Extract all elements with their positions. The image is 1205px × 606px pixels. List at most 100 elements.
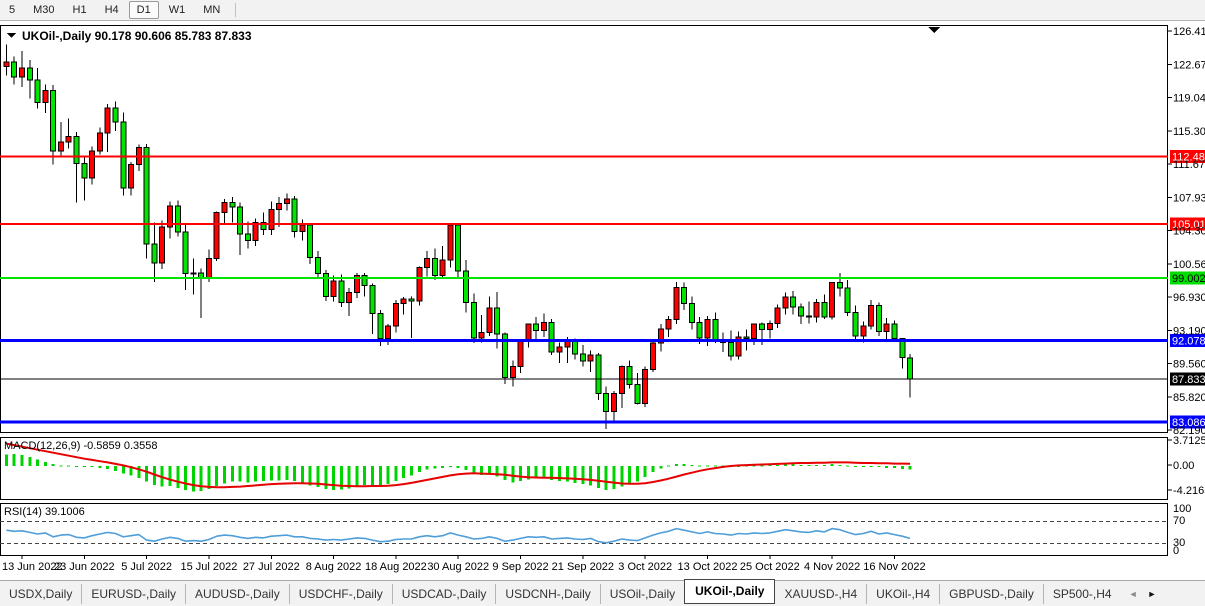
macd-bar — [13, 454, 16, 466]
macd-bar — [636, 466, 639, 482]
macd-bar — [231, 466, 234, 482]
candle-body — [269, 210, 274, 230]
candle-body — [160, 227, 165, 263]
candle-body — [74, 137, 79, 164]
timeframe-button-h4[interactable]: H4 — [97, 1, 127, 19]
macd-bar — [355, 466, 358, 487]
candle-body — [814, 303, 819, 317]
macd-bar — [815, 465, 818, 466]
candle-body — [767, 323, 772, 329]
macd-bar — [106, 466, 109, 469]
date-axis-label: 15 Jul 2022 — [180, 561, 237, 573]
candle-body — [339, 281, 344, 303]
candle-body — [19, 68, 24, 77]
candle-body — [565, 341, 570, 346]
candle-body — [277, 203, 282, 209]
macd-bar — [909, 466, 912, 470]
macd-bar — [254, 466, 257, 482]
symbol-tab[interactable]: SP500-,H4 — [1043, 584, 1121, 604]
macd-bar — [706, 465, 709, 466]
price-axis-label: 126.410 — [1173, 26, 1205, 38]
candle-body — [206, 258, 211, 277]
macd-bar — [262, 466, 265, 481]
candle-body — [861, 326, 866, 336]
macd-bar — [5, 455, 8, 466]
macd-bar — [667, 465, 670, 466]
timeframe-button-mn[interactable]: MN — [195, 1, 228, 19]
symbol-tab-active[interactable]: UKOil-,Daily — [684, 579, 775, 604]
price-axis-label: 107.930 — [1173, 193, 1205, 205]
date-axis-label: 3 Oct 2022 — [618, 561, 672, 573]
timeframe-button-h1[interactable]: H1 — [65, 1, 95, 19]
date-axis-label: 5 Jul 2022 — [121, 561, 172, 573]
symbol-tab[interactable]: USDCNH-,Daily — [495, 584, 599, 604]
macd-bar — [59, 465, 62, 466]
price-level-badge-label: 87.833 — [1172, 374, 1205, 386]
candle-body — [830, 283, 835, 317]
timeframe-button-m30[interactable]: M30 — [25, 1, 62, 19]
macd-bar — [877, 466, 880, 467]
macd-bar — [207, 466, 210, 489]
macd-bar — [613, 466, 616, 489]
date-axis-label: 13 Oct 2022 — [678, 561, 738, 573]
macd-label: MACD(12,26,9) -0.5859 0.3558 — [4, 440, 157, 452]
macd-bar — [885, 466, 888, 468]
price-axis-label: 115.300 — [1173, 126, 1205, 138]
macd-bar — [675, 464, 678, 466]
macd-bar — [838, 465, 841, 466]
macd-bar — [465, 466, 468, 470]
macd-bar — [542, 466, 545, 478]
candle-body — [666, 320, 671, 329]
symbol-tab[interactable]: USOil-,Daily — [600, 584, 684, 604]
candle-body — [837, 283, 842, 288]
macd-bar — [831, 464, 834, 466]
candle-body — [4, 62, 9, 67]
candle-body — [744, 337, 749, 339]
candle-body — [869, 305, 874, 326]
candle-body — [284, 199, 289, 204]
symbol-tab[interactable]: GBPUSD-,Daily — [939, 584, 1043, 604]
timeframe-button-d1[interactable]: D1 — [129, 1, 159, 19]
timeframe-button-w1[interactable]: W1 — [161, 1, 194, 19]
timeframe-button-m5[interactable]: 5 — [1, 1, 23, 19]
symbol-tab[interactable]: XAUUSD-,H4 — [775, 584, 866, 604]
tab-scroll-left-icon[interactable]: ◄ — [1129, 589, 1138, 599]
macd-bar — [535, 466, 538, 478]
symbol-tab[interactable]: USDCAD-,Daily — [392, 584, 496, 604]
candle-body — [588, 355, 593, 361]
macd-bar — [457, 466, 460, 468]
symbol-tab[interactable]: USDCHF-,Daily — [289, 584, 392, 604]
symbol-tab[interactable]: UKOil-,H4 — [866, 584, 939, 604]
price-chart[interactable]: 112.486105.01599.00292.07887.83383.08612… — [0, 21, 1205, 581]
rsi-axis-label: 0 — [1173, 545, 1179, 557]
candle-body — [612, 394, 617, 412]
candle-body — [222, 202, 227, 212]
candle-body — [43, 91, 48, 103]
candle-body — [393, 303, 398, 326]
candle-body — [635, 385, 640, 404]
candle-body — [697, 322, 702, 337]
macd-bar — [270, 466, 273, 481]
candle-body — [253, 222, 258, 240]
candle-body — [534, 324, 539, 330]
macd-bar — [122, 466, 125, 473]
candle-body — [362, 276, 367, 286]
toolbar-divider — [235, 3, 236, 17]
macd-bar — [67, 465, 70, 466]
symbol-tab[interactable]: AUDUSD-,Daily — [185, 584, 289, 604]
price-axis-label: 96.930 — [1173, 292, 1205, 304]
candle-body — [573, 341, 578, 354]
macd-bar — [278, 466, 281, 481]
symbol-tab[interactable]: EURUSD-,Daily — [81, 584, 185, 604]
rsi-axis-label: 70 — [1173, 515, 1185, 527]
candle-body — [425, 258, 430, 267]
candle-body — [409, 299, 414, 301]
price-axis-label: 85.820 — [1173, 392, 1205, 404]
candle-body — [510, 367, 515, 378]
candle-body — [580, 354, 585, 361]
tab-scroll-right-icon[interactable]: ► — [1147, 589, 1156, 599]
price-level-badge-label: 99.002 — [1172, 273, 1205, 285]
symbol-tab[interactable]: USDX,Daily — [0, 584, 81, 604]
candle-body — [331, 281, 336, 296]
candle-body — [175, 206, 180, 232]
